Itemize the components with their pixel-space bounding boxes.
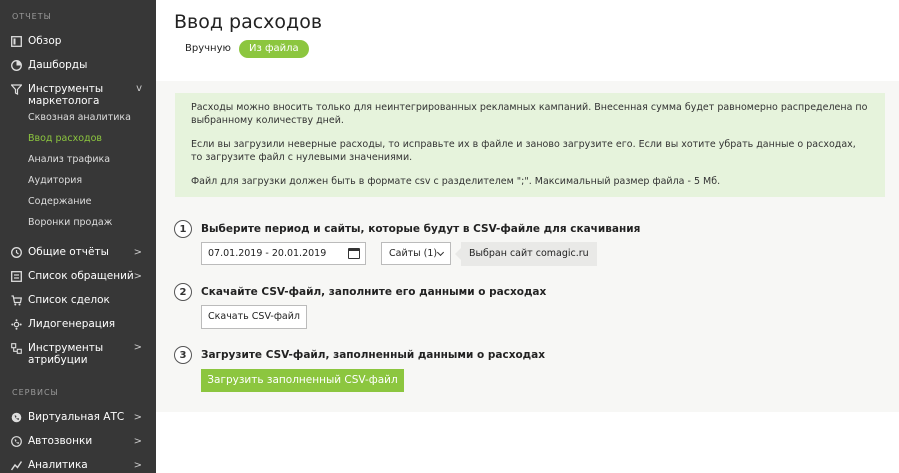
sidebar-subitem-expenses-input[interactable]: Ввод расходов <box>28 133 102 144</box>
sidebar-item-virtual-pbx[interactable]: Виртуальная АТС > <box>11 411 144 423</box>
download-csv-button[interactable]: Скачать CSV-файл <box>201 305 308 329</box>
info-text: Файл для загрузки должен быть в формате … <box>191 176 721 187</box>
autocall-icon <box>11 435 22 447</box>
sidebar-item-overview[interactable]: Обзор <box>11 35 144 47</box>
attribution-icon <box>11 343 22 354</box>
sidebar-item-label: Общие отчёты <box>28 246 109 258</box>
sidebar-item-label: Список обращений <box>28 270 134 282</box>
chevron-right-icon: > <box>133 435 142 447</box>
sidebar-item-deals-list[interactable]: Список сделок <box>11 294 144 306</box>
pbx-icon <box>11 412 22 423</box>
sidebar-subitem-content[interactable]: Содержание <box>28 196 92 207</box>
chevron-right-icon: > <box>133 342 142 353</box>
section-services-heading: СЕРВИСЫ <box>12 388 59 397</box>
sidebar-item-label: Аналитика <box>28 459 88 471</box>
sidebar-item-analytics[interactable]: Аналитика > <box>11 459 144 471</box>
selected-site-tooltip: Выбран сайт comagic.ru <box>455 242 597 266</box>
tab-manual[interactable]: Вручную <box>174 40 241 58</box>
sidebar-item-label: Дашборды <box>28 59 88 71</box>
chevron-down-icon <box>436 248 445 257</box>
date-range-input[interactable]: 07.01.2019 - 20.01.2019 <box>201 242 366 265</box>
step-number: 2 <box>174 283 192 301</box>
reports-icon <box>11 246 22 258</box>
info-text: Расходы можно вносить только для неинтег… <box>191 102 868 126</box>
chevron-right-icon: > <box>133 459 142 471</box>
sidebar-item-general-reports[interactable]: Общие отчёты > <box>11 246 144 258</box>
sidebar-item-leadgen[interactable]: Лидогенерация <box>11 318 144 330</box>
sites-select[interactable]: Сайты (1) <box>381 242 451 265</box>
cart-icon <box>11 294 22 306</box>
sidebar-item-label: Обзор <box>28 35 62 47</box>
sidebar-item-dashboards[interactable]: Дашборды <box>11 59 144 71</box>
step-2: 2 Скачайте CSV-файл, заполните его данны… <box>174 283 546 301</box>
sidebar-subitem-sales-funnels[interactable]: Воронки продаж <box>28 217 112 228</box>
sidebar-subitem-traffic-analysis[interactable]: Анализ трафика <box>28 154 110 165</box>
sidebar-item-label: Список сделок <box>28 294 110 306</box>
step-title: Скачайте CSV-файл, заполните его данными… <box>201 286 547 298</box>
main-content: Ввод расходов Вручную Из файла Расходы м… <box>156 0 899 473</box>
info-text: Если вы загрузили неверные расходы, то и… <box>191 139 856 163</box>
date-range-value: 07.01.2019 - 20.01.2019 <box>208 248 327 259</box>
step-number: 1 <box>174 220 192 238</box>
overview-icon <box>11 35 22 47</box>
filter-icon <box>11 84 22 95</box>
chevron-down-icon: v <box>136 83 142 94</box>
sidebar-item-marketing-tools[interactable]: Инструменты маркетолога v <box>11 83 144 107</box>
chevron-right-icon: > <box>133 270 142 282</box>
upload-csv-button[interactable]: Загрузить заполненный CSV-файл <box>201 369 404 392</box>
step-title: Загрузите CSV-файл, заполненный данными … <box>201 349 546 361</box>
section-reports-heading: ОТЧЕТЫ <box>12 12 52 21</box>
step-title: Выберите период и сайты, которые будут в… <box>201 223 641 235</box>
page-title: Ввод расходов <box>174 11 323 33</box>
sidebar-item-attribution-tools[interactable]: Инструменты атрибуции > <box>11 342 144 366</box>
info-box: Расходы можно вносить только для неинтег… <box>175 93 885 197</box>
sidebar: ОТЧЕТЫ Обзор Дашборды Инструменты маркет… <box>0 0 156 473</box>
chevron-right-icon: > <box>133 246 142 258</box>
sites-select-value: Сайты (1) <box>389 248 438 259</box>
sidebar-item-autocalls[interactable]: Автозвонки > <box>11 435 144 447</box>
step-number: 3 <box>174 346 192 364</box>
chevron-right-icon: > <box>133 411 142 423</box>
sidebar-subitem-end-to-end-analytics[interactable]: Сквозная аналитика <box>28 112 131 123</box>
sidebar-item-requests-list[interactable]: Список обращений > <box>11 270 144 282</box>
step-1: 1 Выберите период и сайты, которые будут… <box>174 220 640 238</box>
sidebar-subitem-audience[interactable]: Аудитория <box>28 175 82 186</box>
sidebar-item-label: Автозвонки <box>28 435 93 447</box>
dashboard-icon <box>11 59 22 71</box>
sidebar-item-label: Виртуальная АТС <box>28 411 125 423</box>
tab-from-file[interactable]: Из файла <box>239 40 309 58</box>
step-3: 3 Загрузите CSV-файл, заполненный данным… <box>174 346 545 364</box>
leadgen-icon <box>11 318 22 330</box>
list-icon <box>11 270 22 282</box>
calendar-icon[interactable] <box>348 248 360 259</box>
analytics-icon <box>11 460 22 471</box>
upload-panel: Расходы можно вносить только для неинтег… <box>156 81 899 412</box>
sidebar-item-label: Лидогенерация <box>28 318 116 330</box>
sidebar-item-label: Инструменты атрибуции <box>28 342 104 366</box>
sidebar-item-label: Инструменты маркетолога <box>28 83 104 107</box>
